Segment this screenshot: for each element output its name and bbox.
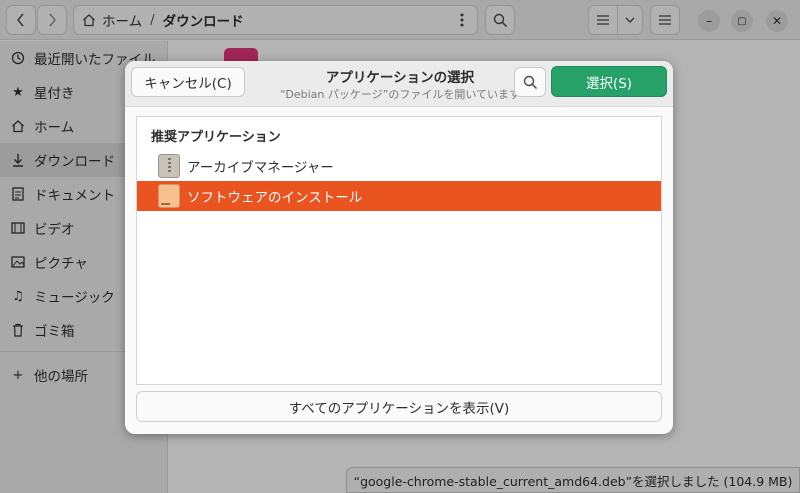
- app-item-label: アーカイブマネージャー: [187, 160, 334, 176]
- dialog-title: アプリケーションの選択: [325, 70, 475, 86]
- app-chooser-dialog: キャンセル(C) アプリケーションの選択 “Debian パッケージ”のファイル…: [125, 61, 673, 434]
- dialog-search-button[interactable]: [514, 67, 546, 97]
- app-item-software-install[interactable]: ソフトウェアのインストール: [137, 181, 661, 211]
- app-list: 推奨アプリケーション アーカイブマネージャー ソフトウェアのインストール: [136, 116, 662, 385]
- dialog-header: キャンセル(C) アプリケーションの選択 “Debian パッケージ”のファイル…: [125, 61, 673, 107]
- show-all-apps-button[interactable]: すべてのアプリケーションを表示(V): [136, 391, 662, 422]
- app-item-label: ソフトウェアのインストール: [187, 190, 363, 206]
- select-button[interactable]: 選択(S): [551, 66, 667, 97]
- archive-manager-icon: [158, 154, 180, 178]
- dialog-subtitle: “Debian パッケージ”のファイルを開いています: [280, 88, 520, 101]
- cancel-button[interactable]: キャンセル(C): [131, 67, 245, 97]
- software-install-icon: [158, 184, 180, 208]
- section-heading: 推奨アプリケーション: [151, 130, 281, 145]
- app-item-archive-manager[interactable]: アーカイブマネージャー: [137, 151, 661, 181]
- search-icon: [523, 75, 537, 89]
